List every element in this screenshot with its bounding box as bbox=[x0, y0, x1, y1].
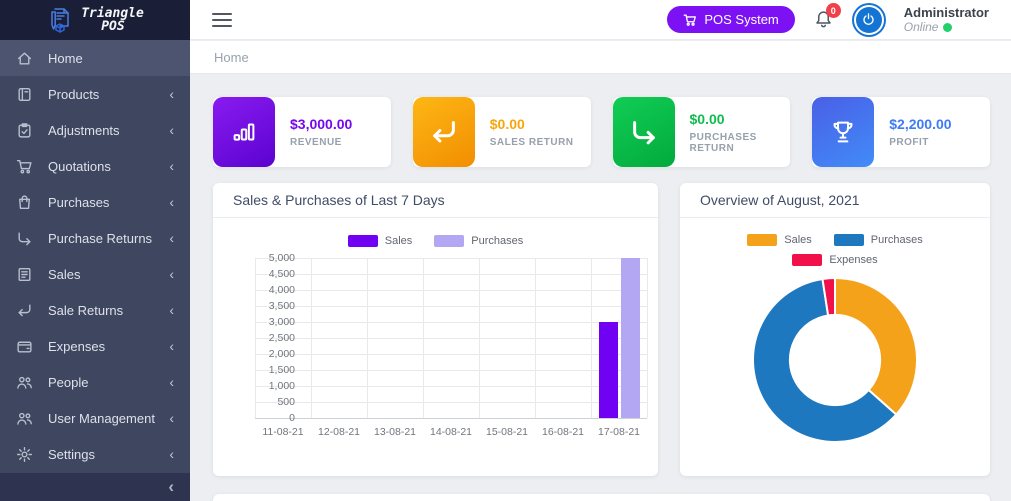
trophy-icon bbox=[812, 97, 874, 167]
donut-chart: Sales Purchases Expenses bbox=[680, 218, 990, 475]
people-icon bbox=[16, 410, 33, 427]
stat-card-purchases-return: $0.00 PURCHASES RETURN bbox=[613, 97, 791, 167]
stat-value: $0.00 bbox=[490, 116, 574, 132]
donut-legend-row-1: Sales Purchases bbox=[680, 234, 990, 246]
sidebar-item-sale-returns[interactable]: Sale Returns ‹ bbox=[0, 292, 190, 328]
chevron-left-icon: ‹ bbox=[168, 477, 174, 497]
stat-label: PROFIT bbox=[889, 137, 951, 148]
bar-chart-icon bbox=[213, 97, 275, 167]
clipboard-check-icon bbox=[16, 122, 33, 139]
chevron-left-icon: ‹ bbox=[169, 447, 174, 461]
notifications-button[interactable]: 0 bbox=[813, 9, 834, 30]
chevron-left-icon: ‹ bbox=[169, 411, 174, 425]
power-icon bbox=[861, 12, 876, 27]
stat-value: $0.00 bbox=[690, 111, 791, 127]
legend-item-purchases[interactable]: Purchases bbox=[434, 235, 523, 247]
sidebar-item-user-management[interactable]: User Management ‹ bbox=[0, 400, 190, 436]
sidebar-item-expenses[interactable]: Expenses ‹ bbox=[0, 328, 190, 364]
donut-slice-sales bbox=[835, 278, 917, 415]
user-meta: Administrator Online bbox=[904, 5, 989, 35]
sidebar-item-people[interactable]: People ‹ bbox=[0, 364, 190, 400]
stat-card-revenue: $3,000.00 REVENUE bbox=[213, 97, 391, 167]
stat-value: $2,200.00 bbox=[889, 116, 951, 132]
bar-chart-plot: 05001,0001,5002,0002,5003,0003,5004,0004… bbox=[255, 258, 647, 418]
wallet-icon bbox=[16, 338, 33, 355]
donut-plot bbox=[680, 274, 990, 446]
sales-purchases-chart-card: Sales & Purchases of Last 7 Days Sales P… bbox=[213, 183, 658, 476]
app-title: Triangle POS bbox=[81, 7, 144, 33]
user-status: Online bbox=[904, 20, 989, 35]
stat-card-sales-return: $0.00 SALES RETURN bbox=[413, 97, 591, 167]
menu-toggle-icon[interactable] bbox=[212, 9, 232, 31]
bar-chart-xaxis: 11-08-2112-08-2113-08-2114-08-2115-08-21… bbox=[255, 426, 647, 438]
bar-chart-legend: Sales Purchases bbox=[213, 235, 658, 247]
chevron-left-icon: ‹ bbox=[169, 267, 174, 281]
home-icon bbox=[16, 50, 33, 67]
sidebar-item-products[interactable]: Products ‹ bbox=[0, 76, 190, 112]
user-avatar[interactable] bbox=[852, 3, 886, 37]
sidebar-item-purchases[interactable]: Purchases ‹ bbox=[0, 184, 190, 220]
chevron-left-icon: ‹ bbox=[169, 87, 174, 101]
breadcrumb-home-link[interactable]: Home bbox=[214, 50, 249, 65]
topbar: POS System 0 Administrator Online bbox=[190, 0, 1011, 40]
gear-icon bbox=[16, 446, 33, 463]
arrow-return-left-icon bbox=[413, 97, 475, 167]
stat-label: PURCHASES RETURN bbox=[690, 132, 791, 154]
arrow-return-right-icon bbox=[613, 97, 675, 167]
chevron-left-icon: ‹ bbox=[169, 303, 174, 317]
sidebar-collapse-button[interactable]: ‹ bbox=[0, 473, 190, 501]
sidebar: Triangle POS Home Products ‹ Adjustments… bbox=[0, 0, 190, 501]
shopping-bag-icon bbox=[16, 194, 33, 211]
shopping-cart-icon bbox=[16, 158, 33, 175]
people-icon bbox=[16, 374, 33, 391]
sidebar-item-purchase-returns[interactable]: Purchase Returns ‹ bbox=[0, 220, 190, 256]
stat-card-profit: $2,200.00 PROFIT bbox=[812, 97, 990, 167]
sidebar-item-sales[interactable]: Sales ‹ bbox=[0, 256, 190, 292]
receipt-icon bbox=[16, 266, 33, 283]
triangle-pos-logo-icon bbox=[46, 6, 74, 34]
main-content: $3,000.00 REVENUE $0.00 SALES RETURN $0.… bbox=[190, 74, 1011, 501]
notebook-icon bbox=[16, 86, 33, 103]
bar-purchases-17-08-21 bbox=[621, 258, 640, 418]
stat-value: $3,000.00 bbox=[290, 116, 352, 132]
arrow-return-right-icon bbox=[16, 230, 33, 247]
legend-item-expenses[interactable]: Expenses bbox=[792, 254, 877, 266]
chevron-left-icon: ‹ bbox=[169, 339, 174, 353]
bottom-card bbox=[213, 494, 990, 501]
stats-row: $3,000.00 REVENUE $0.00 SALES RETURN $0.… bbox=[213, 97, 990, 167]
legend-item-sales[interactable]: Sales bbox=[747, 234, 812, 246]
cart-icon bbox=[683, 13, 697, 27]
overview-donut-card: Overview of August, 2021 Sales Purchases… bbox=[680, 183, 990, 476]
bar-sales-17-08-21 bbox=[599, 322, 618, 418]
user-name: Administrator bbox=[904, 5, 989, 20]
breadcrumb: Home bbox=[190, 41, 1011, 74]
chevron-left-icon: ‹ bbox=[169, 375, 174, 389]
chart-title: Sales & Purchases of Last 7 Days bbox=[213, 183, 658, 218]
arrow-return-left-icon bbox=[16, 302, 33, 319]
chevron-left-icon: ‹ bbox=[169, 195, 174, 209]
sidebar-nav: Home Products ‹ Adjustments ‹ Quotations… bbox=[0, 40, 190, 472]
legend-item-purchases[interactable]: Purchases bbox=[834, 234, 923, 246]
pos-system-button[interactable]: POS System bbox=[667, 6, 794, 33]
stat-label: SALES RETURN bbox=[490, 137, 574, 148]
sidebar-item-quotations[interactable]: Quotations ‹ bbox=[0, 148, 190, 184]
notification-badge: 0 bbox=[826, 3, 841, 18]
chevron-left-icon: ‹ bbox=[169, 231, 174, 245]
chevron-left-icon: ‹ bbox=[169, 123, 174, 137]
stat-label: REVENUE bbox=[290, 137, 352, 148]
app-logo: Triangle POS bbox=[0, 0, 190, 40]
chevron-left-icon: ‹ bbox=[169, 159, 174, 173]
sidebar-item-settings[interactable]: Settings ‹ bbox=[0, 436, 190, 472]
online-indicator bbox=[943, 23, 952, 32]
bar-chart: Sales Purchases 05001,0001,5002,0002,500… bbox=[213, 218, 658, 475]
sidebar-item-home[interactable]: Home bbox=[0, 40, 190, 76]
sidebar-item-adjustments[interactable]: Adjustments ‹ bbox=[0, 112, 190, 148]
legend-item-sales[interactable]: Sales bbox=[348, 235, 413, 247]
chart-title: Overview of August, 2021 bbox=[680, 183, 990, 218]
donut-legend-row-2: Expenses bbox=[680, 254, 990, 266]
